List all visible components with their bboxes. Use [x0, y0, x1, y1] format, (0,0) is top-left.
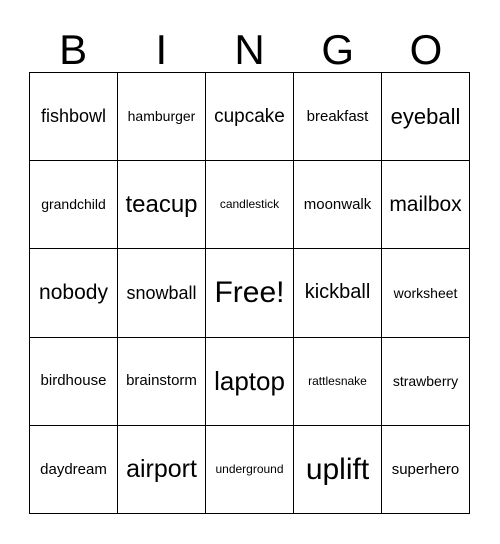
- bingo-cell[interactable]: worksheet: [382, 249, 470, 338]
- bingo-cell[interactable]: underground: [206, 425, 294, 514]
- bingo-cell[interactable]: fishbowl: [30, 73, 118, 162]
- bingo-card: B I N G O fishbowl hamburger cupcake bre…: [0, 0, 500, 544]
- bingo-cell-label: birdhouse: [40, 372, 107, 390]
- bingo-cell-label: rattlesnake: [308, 373, 367, 388]
- bingo-cell-label: cupcake: [214, 105, 285, 127]
- bingo-grid: fishbowl hamburger cupcake breakfast eye…: [29, 72, 470, 514]
- bingo-cell[interactable]: hamburger: [118, 73, 206, 162]
- bingo-cell[interactable]: breakfast: [294, 73, 382, 162]
- bingo-cell[interactable]: nobody: [30, 249, 118, 338]
- bingo-cell-label: laptop: [214, 365, 285, 396]
- bingo-cell-label: nobody: [39, 280, 108, 304]
- bingo-cell-label: brainstorm: [126, 372, 197, 390]
- bingo-cell[interactable]: rattlesnake: [294, 337, 382, 426]
- bingo-cell[interactable]: daydream: [30, 425, 118, 514]
- bingo-cell[interactable]: grandchild: [30, 161, 118, 250]
- bingo-cell[interactable]: airport: [118, 425, 206, 514]
- bingo-cell-label: grandchild: [41, 196, 106, 213]
- bingo-cell[interactable]: superhero: [382, 425, 470, 514]
- bingo-cell-label: uplift: [305, 452, 370, 486]
- bingo-cell-label: candlestick: [219, 197, 280, 212]
- bingo-cell-label: eyeball: [390, 104, 461, 130]
- bingo-cell[interactable]: candlestick: [206, 161, 294, 250]
- bingo-cell-label: moonwalk: [303, 195, 372, 213]
- bingo-header-letter-g: G: [321, 26, 355, 73]
- bingo-free-space-label: Free!: [214, 276, 285, 310]
- bingo-header-row: B I N G O: [29, 18, 470, 72]
- bingo-header-letter-b: B: [59, 26, 88, 73]
- bingo-cell-label: fishbowl: [40, 106, 107, 127]
- bingo-cell[interactable]: teacup: [118, 161, 206, 250]
- bingo-cell[interactable]: kickball: [294, 249, 382, 338]
- bingo-cell[interactable]: strawberry: [382, 337, 470, 426]
- bingo-cell[interactable]: snowball: [118, 249, 206, 338]
- bingo-cell[interactable]: brainstorm: [118, 337, 206, 426]
- bingo-cell-label: snowball: [126, 282, 197, 303]
- bingo-cell-label: airport: [126, 455, 197, 484]
- bingo-cell[interactable]: laptop: [206, 337, 294, 426]
- bingo-cell-label: worksheet: [393, 284, 458, 301]
- bingo-cell[interactable]: uplift: [294, 425, 382, 514]
- bingo-header-letter-n: N: [234, 26, 265, 73]
- bingo-cell-label: mailbox: [389, 192, 462, 216]
- bingo-cell[interactable]: cupcake: [206, 73, 294, 162]
- bingo-cell-label: strawberry: [392, 372, 459, 389]
- bingo-cell[interactable]: eyeball: [382, 73, 470, 162]
- bingo-cell-label: daydream: [40, 460, 107, 478]
- bingo-cell[interactable]: birdhouse: [30, 337, 118, 426]
- bingo-cell-label: breakfast: [306, 107, 369, 125]
- bingo-cell-label: superhero: [391, 460, 460, 478]
- bingo-cell-label: kickball: [304, 281, 371, 304]
- bingo-header-letter-i: I: [155, 26, 168, 73]
- bingo-cell[interactable]: moonwalk: [294, 161, 382, 250]
- bingo-cell-label: hamburger: [127, 108, 196, 125]
- bingo-cell-label: underground: [215, 462, 284, 477]
- bingo-cell-free-space[interactable]: Free!: [206, 249, 294, 338]
- bingo-cell-label: teacup: [125, 191, 198, 219]
- bingo-header-letter-o: O: [409, 26, 443, 73]
- bingo-cell[interactable]: mailbox: [382, 161, 470, 250]
